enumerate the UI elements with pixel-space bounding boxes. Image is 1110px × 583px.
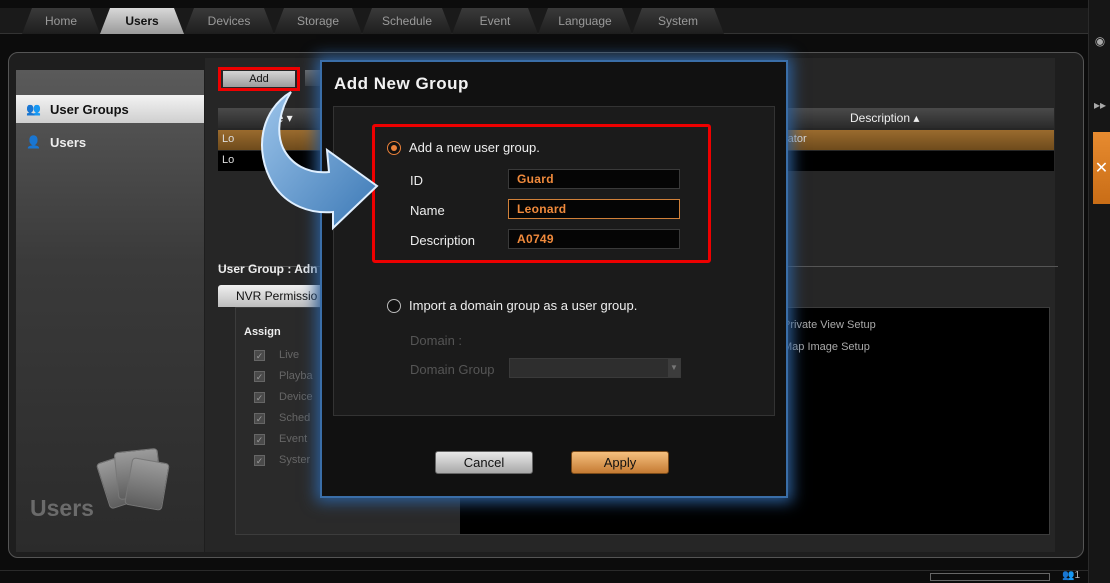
id-field[interactable]: Guard	[508, 169, 680, 189]
top-nav: Home Users Devices Storage Schedule Even…	[0, 8, 1088, 34]
checkbox[interactable]: ✓	[254, 349, 265, 361]
permission-label: Syster	[279, 454, 311, 466]
user-groups-icon: 👥	[26, 102, 41, 116]
column-description-header[interactable]: Description ▴	[850, 111, 919, 125]
table-cell-type: Lo	[222, 154, 235, 166]
users-logo-text: Users	[30, 495, 94, 521]
radio-import-domain-group[interactable]	[387, 299, 401, 313]
checkbox[interactable]: ✓	[254, 454, 265, 466]
users-icon: 👥	[1062, 570, 1075, 581]
table-cell-type: Lo	[222, 133, 235, 145]
online-count: 1	[1074, 570, 1081, 581]
user-icon: 👤	[26, 135, 41, 149]
users-logo-graphic	[92, 446, 172, 518]
sidebar-item-label: User Groups	[50, 101, 129, 117]
permission-map-image-setup[interactable]: Map Image Setup	[783, 341, 870, 353]
status-bar	[0, 570, 1088, 583]
tab-event[interactable]: Event	[452, 8, 538, 34]
permission-label: Live	[279, 349, 300, 361]
user-group-title: User Group : Adn	[218, 262, 318, 276]
domain-group-label: Domain Group	[410, 362, 495, 377]
name-field[interactable]: Leonard	[508, 199, 680, 219]
apply-button[interactable]: Apply	[571, 451, 669, 474]
checkbox[interactable]: ✓	[254, 433, 265, 445]
checkbox[interactable]: ✓	[254, 370, 265, 382]
sidebar-item-user-groups[interactable]: 👥 User Groups	[16, 95, 204, 123]
tab-system[interactable]: System	[632, 8, 724, 34]
permission-label: Event	[279, 433, 308, 445]
tab-storage[interactable]: Storage	[274, 8, 362, 34]
sidebar-item-label: Users	[50, 134, 87, 150]
permission-row-system[interactable]: ✓ Syster	[254, 454, 310, 466]
checkbox[interactable]: ✓	[254, 391, 265, 403]
description-label: Description	[410, 233, 476, 248]
add-button[interactable]: Add	[223, 71, 295, 87]
checkbox[interactable]: ✓	[254, 412, 265, 424]
cancel-button[interactable]: Cancel	[435, 451, 533, 474]
app-window: Home Users Devices Storage Schedule Even…	[0, 0, 1110, 583]
description-field[interactable]: A0749	[508, 229, 680, 249]
eye-icon[interactable]: ◉	[1089, 30, 1110, 52]
right-panel-strip: ◉ ▸▸	[1088, 0, 1110, 583]
permission-row-event[interactable]: ✓ Event	[254, 433, 307, 445]
permission-label: Playba	[279, 370, 313, 382]
permission-private-view-setup[interactable]: Private View Setup	[783, 319, 876, 331]
permission-row-playback[interactable]: ✓ Playba	[254, 370, 313, 382]
option-new-group-label: Add a new user group.	[409, 140, 540, 155]
close-panel-button[interactable]: ✕	[1093, 132, 1110, 204]
permission-label: Device	[279, 391, 313, 403]
sidebar-item-users[interactable]: 👤 Users	[16, 128, 204, 156]
volume-slider[interactable]	[930, 573, 1050, 581]
permission-row-schedule[interactable]: ✓ Sched	[254, 412, 310, 424]
domain-label: Domain :	[410, 333, 463, 348]
permission-row-live[interactable]: ✓ Live	[254, 349, 299, 361]
tab-home[interactable]: Home	[22, 8, 100, 34]
option-import-label: Import a domain group as a user group.	[409, 298, 638, 313]
tab-devices[interactable]: Devices	[184, 8, 274, 34]
id-label: ID	[410, 173, 423, 188]
chevron-down-icon: ▼	[668, 359, 680, 377]
assign-header: Assign	[244, 326, 281, 338]
tab-users[interactable]: Users	[100, 8, 184, 34]
tab-language[interactable]: Language	[538, 8, 632, 34]
tab-schedule[interactable]: Schedule	[362, 8, 452, 34]
expand-icon[interactable]: ▸▸	[1089, 94, 1110, 116]
domain-group-select[interactable]: ▼	[509, 358, 681, 378]
permission-label: Sched	[279, 412, 311, 424]
close-icon: ✕	[1094, 160, 1109, 177]
annotation-arrow-icon	[261, 91, 379, 231]
permission-row-device[interactable]: ✓ Device	[254, 391, 313, 403]
name-label: Name	[410, 203, 445, 218]
radio-new-group[interactable]	[387, 141, 401, 155]
online-users-count: 👥1	[1062, 570, 1080, 581]
